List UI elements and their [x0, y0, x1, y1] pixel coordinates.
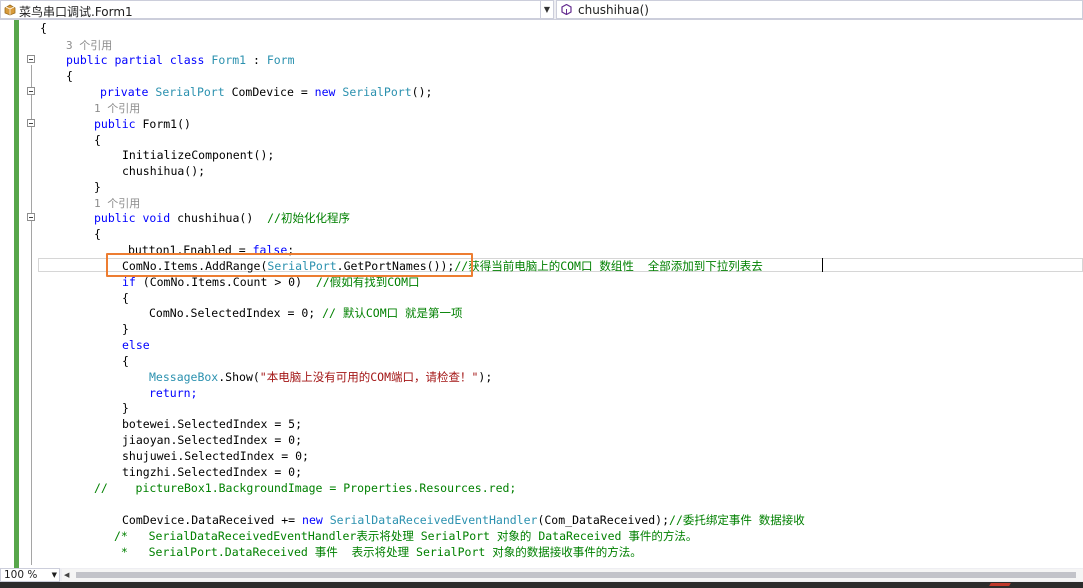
- text-caret: [822, 258, 823, 272]
- code-line: MessageBox.Show("本电脑上没有可用的COM端口，请检查！");: [149, 370, 493, 384]
- code-editor[interactable]: { 3 个引用 public partial class Form1 : For…: [40, 20, 1083, 568]
- code-line: {: [66, 69, 73, 83]
- code-line: {: [94, 227, 101, 241]
- code-line: InitializeComponent();: [122, 148, 275, 162]
- zoom-dropdown[interactable]: 100 % ▼: [0, 568, 60, 582]
- collapse-icon[interactable]: [27, 119, 35, 127]
- outline-line: [31, 65, 32, 565]
- code-line: {: [94, 133, 101, 147]
- editor-gutter: [0, 20, 40, 568]
- horizontal-scrollbar[interactable]: ◀: [62, 569, 1083, 581]
- method-icon: [561, 4, 572, 15]
- codelens-references[interactable]: 3 个引用: [66, 37, 112, 53]
- code-line: // pictureBox1.BackgroundImage = Propert…: [94, 481, 517, 495]
- change-tracking-bar: [14, 20, 19, 568]
- code-line: ComNo.SelectedIndex = 0; // 默认COM口 就是第一项: [149, 306, 463, 320]
- collapse-icon[interactable]: [27, 55, 35, 63]
- code-line: public Form1(): [94, 117, 191, 131]
- code-line: ComDevice.DataReceived += new SerialData…: [122, 513, 805, 527]
- code-line: }: [122, 401, 129, 415]
- code-line: public void chushihua() //初始化化程序: [94, 211, 350, 225]
- taskbar-strip: [0, 582, 1083, 588]
- collapse-icon[interactable]: [27, 213, 35, 221]
- code-line: else: [122, 338, 150, 352]
- scrollbar-thumb[interactable]: [76, 572, 1076, 578]
- class-icon: [4, 4, 16, 16]
- code-line: jiaoyan.SelectedIndex = 0;: [122, 433, 303, 447]
- member-dropdown[interactable]: chushihua(): [556, 0, 1083, 19]
- class-dropdown[interactable]: 菜鸟串口调试.Form1 ▼: [0, 0, 554, 19]
- code-line: {: [122, 291, 129, 305]
- code-line: tingzhi.SelectedIndex = 0;: [122, 465, 303, 479]
- accent-mark: [989, 583, 1011, 586]
- zoom-level: 100 %: [4, 569, 38, 581]
- code-line: /* SerialDataReceivedEventHandler表示将处理 S…: [114, 529, 698, 543]
- collapse-icon[interactable]: [27, 87, 35, 95]
- code-line: return;: [149, 386, 198, 400]
- code-line: {: [122, 354, 129, 368]
- code-line: * SerialPort.DataReceived 事件 表示将处理 Seria…: [114, 545, 642, 559]
- annotation-highlight-box: [106, 253, 473, 277]
- chevron-down-icon[interactable]: ▼: [540, 1, 553, 18]
- navigation-bar: 菜鸟串口调试.Form1 ▼ chushihua(): [0, 0, 1083, 20]
- code-line: public partial class Form1 : Form: [66, 53, 295, 67]
- code-line: botewei.SelectedIndex = 5;: [122, 417, 303, 431]
- codelens-references[interactable]: 1 个引用: [94, 195, 140, 211]
- chevron-down-icon[interactable]: ▼: [52, 569, 57, 581]
- class-dropdown-label: 菜鸟串口调试.Form1: [19, 5, 133, 19]
- member-dropdown-label: chushihua(): [578, 3, 649, 17]
- code-line: }: [94, 180, 101, 194]
- code-line: private SerialPort ComDevice = new Seria…: [100, 85, 433, 99]
- code-line: chushihua();: [122, 164, 206, 178]
- code-line: shujuwei.SelectedIndex = 0;: [122, 449, 309, 463]
- scroll-left-icon[interactable]: ◀: [64, 571, 69, 579]
- code-line: }: [122, 322, 129, 336]
- codelens-references[interactable]: 1 个引用: [94, 100, 140, 116]
- code-line: {: [40, 21, 47, 35]
